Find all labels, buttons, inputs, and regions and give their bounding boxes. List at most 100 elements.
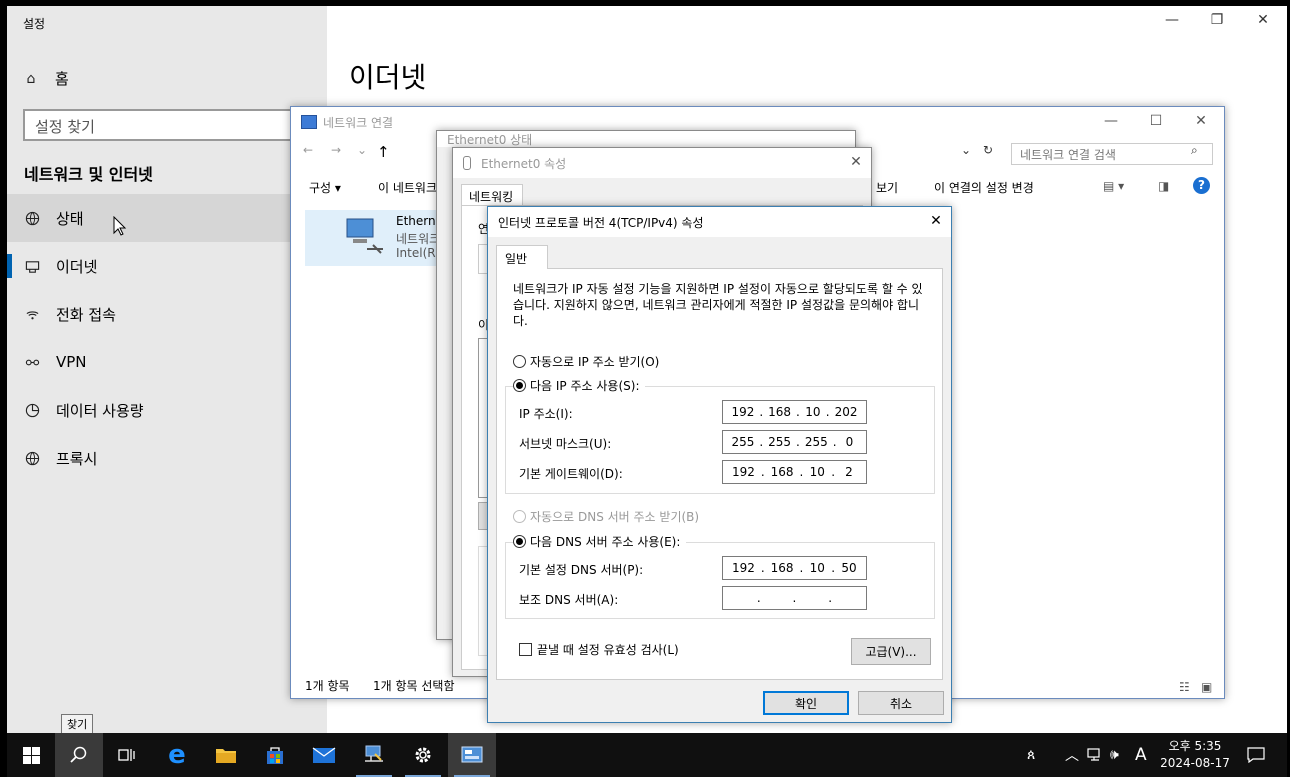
checkbox-label: 끝낼 때 설정 유효성 검사(L): [537, 643, 679, 657]
window-title: 인터넷 프로토콜 버전 4(TCP/IPv4) 속성: [498, 215, 704, 230]
network-connections-taskbar-icon[interactable]: [350, 733, 398, 777]
settings-gear-icon[interactable]: [399, 733, 447, 777]
validate-checkbox[interactable]: [519, 643, 532, 656]
tab-general[interactable]: 일반: [496, 245, 548, 269]
home-link[interactable]: ⌂ 홈: [23, 68, 69, 89]
desktop: 설정 ⌂ 홈 설정 찾기 네트워크 및 인터넷 상태 이더넷 전화 접속 VPN…: [0, 0, 1290, 777]
status-selected-count: 1개 항목 선택함: [373, 679, 455, 693]
radio-auto-ip[interactable]: 자동으로 IP 주소 받기(O): [513, 353, 659, 370]
radio-button[interactable]: [513, 535, 526, 548]
back-arrow-icon[interactable]: ←: [303, 143, 313, 165]
minimize-icon[interactable]: —: [1096, 113, 1126, 129]
details-view-icon[interactable]: ☷: [1179, 680, 1190, 694]
clock-date: 2024-08-17: [1160, 756, 1230, 770]
ip-address-field[interactable]: 192. 168. 10. 202: [722, 400, 867, 424]
connection-network: 네트워크: [396, 232, 441, 246]
vpn-icon: [24, 354, 40, 370]
search-button[interactable]: [55, 733, 103, 777]
sidebar-item-data-usage[interactable]: 데이터 사용량: [7, 386, 327, 434]
gateway-label: 기본 게이트웨이(D):: [519, 467, 623, 481]
task-view-button[interactable]: [103, 733, 151, 777]
restore-icon[interactable]: ❐: [1202, 12, 1232, 28]
radio-manual-ip[interactable]: 다음 IP 주소 사용(S):: [513, 377, 646, 394]
data-usage-icon: [24, 402, 40, 418]
search-input[interactable]: 네트워크 연결 검색: [1011, 143, 1213, 165]
window-title: Ethernet0 상태: [447, 132, 533, 147]
address-dropdown-icon[interactable]: ⌄: [961, 143, 971, 165]
status-item-count: 1개 항목: [305, 679, 350, 693]
view-command[interactable]: 보기: [876, 179, 898, 196]
window-title: Ethernet0 속성: [481, 156, 567, 171]
gateway-field[interactable]: 192. 168. 10. 2: [722, 460, 867, 484]
store-icon[interactable]: [251, 733, 299, 777]
radio-button[interactable]: [513, 510, 526, 523]
sidebar-item-ethernet[interactable]: 이더넷: [7, 242, 327, 290]
maximize-icon[interactable]: ☐: [1141, 113, 1171, 129]
close-icon[interactable]: ✕: [921, 213, 951, 229]
file-explorer-icon[interactable]: [202, 733, 250, 777]
titlebar: Ethernet0 속성: [453, 148, 871, 178]
radio-button[interactable]: [513, 355, 526, 368]
ipv4-properties-dialog: 인터넷 프로토콜 버전 4(TCP/IPv4) 속성 ✕ 일반 네트워크가 IP…: [487, 206, 952, 723]
minimize-icon[interactable]: —: [1157, 12, 1187, 28]
preferred-dns-label: 기본 설정 DNS 서버(P):: [519, 563, 644, 577]
disable-device-command[interactable]: 이 네트워크: [378, 179, 437, 196]
clock-time: 오후 5:35: [1168, 739, 1222, 753]
advanced-button[interactable]: 고급(V)...: [851, 638, 931, 665]
clock[interactable]: 오후 5:35 2024-08-17: [1157, 738, 1233, 772]
sidebar-item-label: 프록시: [56, 449, 98, 468]
edge-icon[interactable]: e: [153, 733, 201, 777]
radio-auto-dns[interactable]: 자동으로 DNS 서버 주소 받기(B): [513, 508, 699, 525]
alternate-dns-field[interactable]: ...: [722, 586, 867, 610]
connection-adapter: Intel(R): [396, 246, 441, 260]
radio-button[interactable]: [513, 379, 526, 392]
view-options-icon[interactable]: ▤ ▾: [1103, 179, 1124, 193]
sidebar-item-vpn[interactable]: VPN: [7, 338, 327, 386]
start-button[interactable]: [7, 733, 55, 777]
task-view-icon: [118, 749, 135, 761]
control-panel-taskbar-icon[interactable]: [448, 733, 496, 777]
close-icon[interactable]: ✕: [1186, 113, 1216, 129]
close-icon[interactable]: ✕: [1248, 12, 1278, 28]
ok-button[interactable]: 확인: [763, 691, 849, 715]
sidebar-item-label: 상태: [56, 209, 84, 228]
large-icons-view-icon[interactable]: ▣: [1201, 680, 1212, 694]
cancel-button[interactable]: 취소: [858, 691, 944, 715]
validate-checkbox-row[interactable]: 끝낼 때 설정 유효성 검사(L): [519, 641, 679, 658]
home-icon: ⌂: [26, 70, 36, 87]
preview-pane-icon[interactable]: ◨: [1158, 179, 1169, 193]
sidebar-item-proxy[interactable]: 프록시: [7, 434, 327, 482]
people-icon[interactable]: ጰ: [1027, 733, 1035, 777]
refresh-icon[interactable]: ↻: [983, 143, 993, 165]
change-settings-command[interactable]: 이 연결의 설정 변경: [934, 179, 1034, 196]
ethernet-icon: [24, 258, 40, 274]
chevron-up-icon[interactable]: ︿: [1065, 733, 1079, 777]
notifications-icon[interactable]: [1247, 733, 1265, 777]
help-icon[interactable]: ?: [1193, 177, 1210, 194]
up-arrow-icon[interactable]: ↑: [377, 143, 390, 165]
mouse-cursor-icon: [113, 216, 127, 236]
adapter-icon: [463, 156, 471, 170]
ime-indicator[interactable]: A: [1135, 733, 1147, 777]
sidebar-item-status[interactable]: 상태: [7, 194, 327, 242]
organize-menu[interactable]: 구성 ▾: [309, 179, 341, 196]
preferred-dns-field[interactable]: 192. 168. 10. 50: [722, 556, 867, 580]
windows-logo-icon: [22, 746, 40, 764]
network-tray-icon[interactable]: [1087, 733, 1103, 777]
radio-manual-dns[interactable]: 다음 DNS 서버 주소 사용(E):: [513, 533, 687, 550]
titlebar: Ethernet0 상태: [437, 131, 855, 147]
settings-search-input[interactable]: 설정 찾기: [23, 109, 323, 141]
forward-arrow-icon[interactable]: →: [331, 143, 341, 165]
close-icon[interactable]: ✕: [841, 154, 871, 170]
mail-icon[interactable]: [300, 733, 348, 777]
sidebar-item-dialup[interactable]: 전화 접속: [7, 290, 327, 338]
volume-icon[interactable]: 🕪: [1110, 733, 1119, 777]
tab-networking[interactable]: 네트워킹: [461, 184, 523, 206]
window-title: 설정: [23, 17, 46, 31]
chevron-down-icon[interactable]: ⌄: [357, 143, 367, 165]
search-icon: [70, 746, 87, 763]
network-folder-icon: [301, 115, 317, 129]
description-text: 네트워크가 IP 자동 설정 기능을 지원하면 IP 설정이 자동으로 할당되도…: [513, 282, 923, 328]
subnet-mask-field[interactable]: 255. 255. 255. 0: [722, 430, 867, 454]
sidebar-item-label: 전화 접속: [56, 305, 116, 324]
